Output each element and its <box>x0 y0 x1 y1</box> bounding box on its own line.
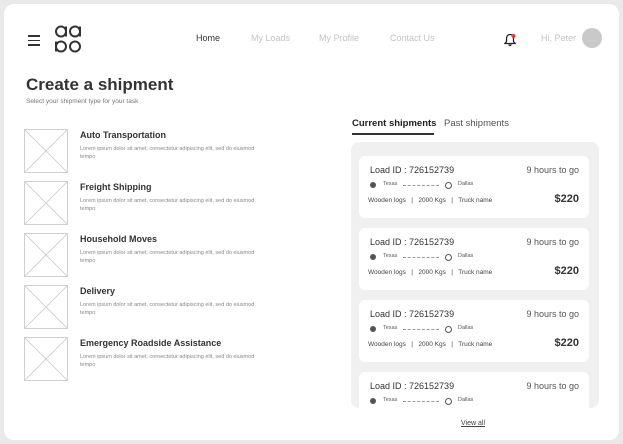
route: Texas Dallas <box>370 397 500 407</box>
load-id: Load ID : 726152739 <box>370 237 455 247</box>
route-origin: Texas <box>383 325 398 331</box>
shipment-type-desc: Lorem ipsum dolor sit amet, consectetur … <box>80 146 255 160</box>
shipment-type-desc: Lorem ipsum dolor sit amet, consectetur … <box>80 302 255 316</box>
route-line <box>403 401 439 402</box>
load-price: $220 <box>554 337 579 349</box>
route-origin: Texas <box>383 181 398 187</box>
placeholder-image-icon <box>24 285 68 329</box>
app-frame: Home My Loads My Profile Contact Us Hi, … <box>4 4 619 440</box>
placeholder-image-icon <box>24 129 68 173</box>
shipment-type-title: Household Moves <box>80 234 158 244</box>
shipment-type-title: Freight Shipping <box>80 182 152 192</box>
tab-past-shipments[interactable]: Past shipments <box>444 118 509 129</box>
load-id: Load ID : 726152739 <box>370 381 455 391</box>
bell-icon[interactable] <box>504 33 516 47</box>
origin-dot-icon <box>370 182 376 188</box>
route-line <box>403 257 439 258</box>
eta-text: 9 hours to go <box>526 381 579 391</box>
route-destination: Dallas <box>458 397 474 403</box>
route-destination: Dallas <box>458 181 474 187</box>
load-details: Wooden logs | 2000 Kgs | Truck name <box>368 197 493 204</box>
shipment-type-desc: Lorem ipsum dolor sit amet, consectetur … <box>80 198 255 212</box>
nav-contact-us[interactable]: Contact Us <box>390 33 435 43</box>
route-line <box>403 329 439 330</box>
shipment-list[interactable]: Load ID : 726152739 9 hours to go Texas … <box>351 142 599 408</box>
load-id: Load ID : 726152739 <box>370 309 455 319</box>
route-origin: Texas <box>383 397 398 403</box>
load-id: Load ID : 726152739 <box>370 165 455 175</box>
placeholder-image-icon <box>24 337 68 381</box>
route-origin: Texas <box>383 253 398 259</box>
tab-current-shipments[interactable]: Current shipments <box>352 118 436 129</box>
hamburger-menu-icon[interactable] <box>28 35 40 46</box>
load-details: Wooden logs | 2000 Kgs | Truck name <box>368 341 493 348</box>
shipment-type-title: Auto Transportation <box>80 130 166 140</box>
route-destination: Dallas <box>458 325 474 331</box>
destination-dot-icon <box>445 182 452 189</box>
origin-dot-icon <box>370 326 376 332</box>
load-price: $220 <box>554 265 579 277</box>
eta-text: 9 hours to go <box>526 165 579 175</box>
destination-dot-icon <box>445 398 452 405</box>
destination-dot-icon <box>445 326 452 333</box>
origin-dot-icon <box>370 254 376 260</box>
placeholder-image-icon <box>24 233 68 277</box>
shipment-type-household-moves[interactable]: Household Moves Lorem ipsum dolor sit am… <box>24 233 284 277</box>
destination-dot-icon <box>445 254 452 261</box>
route-destination: Dallas <box>458 253 474 259</box>
user-avatar[interactable] <box>582 28 602 48</box>
shipment-card[interactable]: Load ID : 726152739 9 hours to go Texas … <box>359 156 589 218</box>
route: Texas Dallas <box>370 253 500 263</box>
ag-go-logo[interactable] <box>54 24 82 54</box>
nav-my-loads[interactable]: My Loads <box>251 33 290 43</box>
page-subtitle: Select your shipment type for your task <box>26 98 139 105</box>
route: Texas Dallas <box>370 325 500 335</box>
eta-text: 9 hours to go <box>526 309 579 319</box>
origin-dot-icon <box>370 398 376 404</box>
shipment-card[interactable]: Load ID : 726152739 9 hours to go Texas … <box>359 228 589 290</box>
view-all-link[interactable]: View all <box>461 420 485 427</box>
shipment-type-freight-shipping[interactable]: Freight Shipping Lorem ipsum dolor sit a… <box>24 181 284 225</box>
shipment-type-title: Delivery <box>80 286 116 296</box>
load-price: $220 <box>554 193 579 205</box>
load-details: Wooden logs | 2000 Kgs | Truck name <box>368 269 493 276</box>
user-greeting: Hi, Peter <box>541 33 577 43</box>
shipment-card[interactable]: Load ID : 726152739 9 hours to go Texas … <box>359 372 589 408</box>
nav-my-profile[interactable]: My Profile <box>319 33 359 43</box>
shipment-type-title: Emergency Roadside Assistance <box>80 338 222 348</box>
shipment-type-delivery[interactable]: Delivery Lorem ipsum dolor sit amet, con… <box>24 285 284 329</box>
shipment-type-emergency-roadside[interactable]: Emergency Roadside Assistance Lorem ipsu… <box>24 337 284 381</box>
shipment-card[interactable]: Load ID : 726152739 9 hours to go Texas … <box>359 300 589 362</box>
nav-home[interactable]: Home <box>196 33 220 43</box>
active-tab-indicator <box>352 133 434 135</box>
shipment-type-desc: Lorem ipsum dolor sit amet, consectetur … <box>80 354 255 368</box>
placeholder-image-icon <box>24 181 68 225</box>
shipment-type-auto-transportation[interactable]: Auto Transportation Lorem ipsum dolor si… <box>24 129 284 173</box>
page-title: Create a shipment <box>26 75 174 94</box>
route-line <box>403 185 439 186</box>
shipment-type-desc: Lorem ipsum dolor sit amet, consectetur … <box>80 250 255 264</box>
eta-text: 9 hours to go <box>526 237 579 247</box>
route: Texas Dallas <box>370 181 500 191</box>
